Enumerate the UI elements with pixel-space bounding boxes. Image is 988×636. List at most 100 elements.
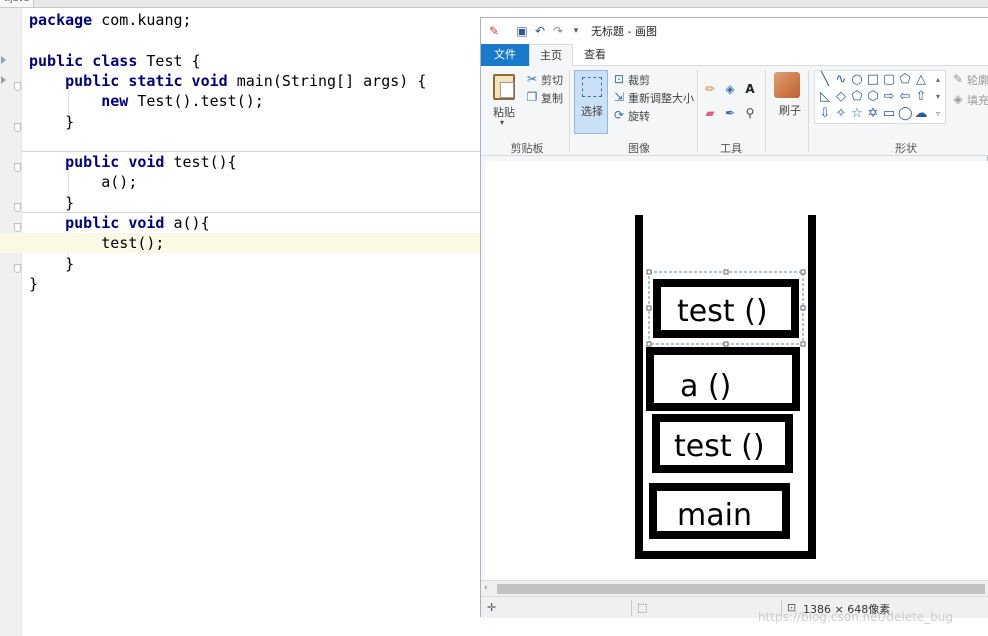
tab-home[interactable]: 主页 — [529, 44, 573, 67]
crop-icon[interactable]: ⊡ — [612, 72, 626, 86]
select-label: 选择 — [581, 105, 603, 118]
image-group-label: 图像 — [628, 142, 650, 155]
fold-marker-icon[interactable] — [14, 264, 21, 273]
scroll-left-icon[interactable]: ‹ — [484, 583, 488, 593]
fill-icon[interactable]: ◈ — [951, 92, 965, 106]
scrollbar-thumb[interactable] — [497, 584, 985, 594]
run-arrow-icon[interactable] — [1, 76, 6, 84]
fill-bucket-icon[interactable]: ◈ — [723, 82, 737, 96]
select-icon — [582, 77, 602, 97]
selection-handle[interactable] — [723, 341, 729, 347]
color-picker-icon[interactable]: ✒ — [723, 106, 737, 120]
scroll-down-icon[interactable]: ▾ — [931, 90, 945, 104]
horizontal-scrollbar[interactable]: ‹ — [481, 580, 988, 596]
crop-button[interactable]: 裁剪 — [628, 72, 650, 88]
shapes-gallery[interactable]: ╲ ∿ ○ □ ▢ ⬠ △ ◺ ◇ ⬠ ⬡ ⇨ ⇦ ⇧ ⇩ ✧ ☆ ✡ ▭ ◯ … — [814, 70, 946, 124]
code-line[interactable]: test(); — [0, 233, 480, 253]
rounded-rect-shape-icon[interactable]: ▢ — [882, 73, 896, 87]
code-text: } — [29, 275, 39, 293]
selection-handle[interactable] — [646, 305, 652, 311]
window-title: 无标题 - 画图 — [591, 25, 657, 38]
rotate-button[interactable]: 旋转 — [628, 108, 650, 124]
hexagon-shape-icon[interactable]: ⬡ — [866, 90, 880, 104]
fold-marker-icon[interactable] — [14, 82, 21, 91]
fold-marker-icon[interactable] — [14, 123, 21, 132]
line-shape-icon[interactable]: ╲ — [818, 73, 832, 87]
resize-icon[interactable]: ⇲ — [612, 90, 626, 104]
copy-icon[interactable]: ❐ — [525, 90, 539, 104]
ide-file-tab[interactable]: t.java — [0, 0, 35, 7]
selection-handle[interactable] — [800, 341, 806, 347]
canvas-area: test () a () test () main — [485, 161, 988, 580]
rectangle-shape-icon[interactable]: □ — [866, 73, 880, 87]
magnifier-icon[interactable]: ⚲ — [743, 106, 757, 120]
pencil-icon[interactable]: ✏ — [703, 82, 717, 96]
paint-titlebar: ✎ ▣ ↶ ↷ ▾ 无标题 - 画图 — [481, 18, 988, 44]
group-separator — [569, 70, 570, 152]
gallery-expand-icon[interactable]: ▿ — [931, 107, 945, 121]
outline-button[interactable]: 轮廓 — [967, 72, 988, 88]
group-separator — [697, 70, 698, 152]
callout-cloud-icon[interactable]: ☁ — [914, 107, 928, 121]
redo-icon[interactable]: ↷ — [551, 24, 565, 38]
fold-marker-icon[interactable] — [14, 223, 21, 232]
selection-handle[interactable] — [800, 305, 806, 311]
triangle-shape-icon[interactable]: △ — [914, 73, 928, 87]
right-triangle-shape-icon[interactable]: ◺ — [818, 90, 832, 104]
down-arrow-shape-icon[interactable]: ⇩ — [818, 107, 832, 121]
paste-dropdown-icon[interactable]: ▾ — [500, 118, 504, 127]
save-icon[interactable]: ▣ — [515, 24, 529, 38]
up-arrow-shape-icon[interactable]: ⇧ — [914, 90, 928, 104]
six-point-star-icon[interactable]: ✡ — [866, 107, 880, 121]
paint-window: ✎ ▣ ↶ ↷ ▾ 无标题 - 画图 文件 主页 查看 粘贴 ▾ ✂ 剪切 ❐ … — [480, 17, 988, 618]
right-arrow-shape-icon[interactable]: ⇨ — [882, 90, 896, 104]
code-text: } — [29, 113, 75, 131]
scroll-up-icon[interactable]: ▴ — [931, 73, 945, 87]
code-keyword: new — [101, 92, 129, 110]
eraser-icon[interactable]: ▰ — [703, 106, 717, 120]
drawing-canvas[interactable]: test () a () test () main — [485, 161, 988, 580]
fold-marker-icon[interactable] — [14, 203, 21, 212]
left-arrow-shape-icon[interactable]: ⇦ — [898, 90, 912, 104]
diamond-shape-icon[interactable]: ◇ — [834, 90, 848, 104]
callout-rect-icon[interactable]: ▭ — [882, 107, 896, 121]
copy-button[interactable]: 复制 — [541, 90, 563, 106]
pentagon-shape-icon[interactable]: ⬠ — [850, 90, 864, 104]
tab-view[interactable]: 查看 — [577, 44, 613, 66]
shapes-group-label: 形状 — [895, 142, 917, 155]
brush-label: 刷子 — [779, 104, 801, 117]
tab-file[interactable]: 文件 — [481, 44, 529, 66]
five-point-star-icon[interactable]: ☆ — [850, 107, 864, 121]
resize-button[interactable]: 重新调整大小 — [628, 90, 694, 106]
select-button[interactable]: 选择 — [574, 70, 608, 134]
four-point-star-icon[interactable]: ✧ — [834, 107, 848, 121]
code-text: main(String[] args) { — [227, 72, 427, 90]
undo-icon[interactable]: ↶ — [533, 24, 547, 38]
paste-icon[interactable] — [493, 74, 515, 100]
rotate-icon[interactable]: ⟳ — [612, 108, 626, 122]
group-separator — [765, 70, 766, 152]
cut-button[interactable]: 剪切 — [541, 72, 563, 88]
polygon-shape-icon[interactable]: ⬠ — [898, 73, 912, 87]
fold-marker-icon[interactable] — [14, 163, 21, 172]
text-tool-icon[interactable]: A — [743, 82, 757, 96]
cut-icon[interactable]: ✂ — [525, 72, 539, 86]
selection-handle[interactable] — [800, 269, 806, 275]
selection-handle[interactable] — [723, 269, 729, 275]
stack-frame-label: test () — [674, 429, 765, 464]
callout-oval-icon[interactable]: ◯ — [898, 107, 913, 121]
selection-handle[interactable] — [646, 269, 652, 275]
code-text: Test { — [137, 52, 201, 70]
code-text: Test().test(); — [128, 92, 264, 110]
outline-icon[interactable]: ✎ — [951, 72, 965, 86]
qat-dropdown-icon[interactable]: ▾ — [569, 24, 583, 38]
curve-shape-icon[interactable]: ∿ — [834, 73, 848, 87]
selection-handle[interactable] — [646, 341, 652, 347]
fill-button[interactable]: 填充 — [967, 92, 988, 108]
oval-shape-icon[interactable]: ○ — [850, 73, 864, 87]
brush-button[interactable]: 刷子 — [771, 72, 801, 132]
paint-app-icon[interactable]: ✎ — [487, 24, 501, 38]
run-arrow-icon[interactable] — [1, 56, 6, 64]
